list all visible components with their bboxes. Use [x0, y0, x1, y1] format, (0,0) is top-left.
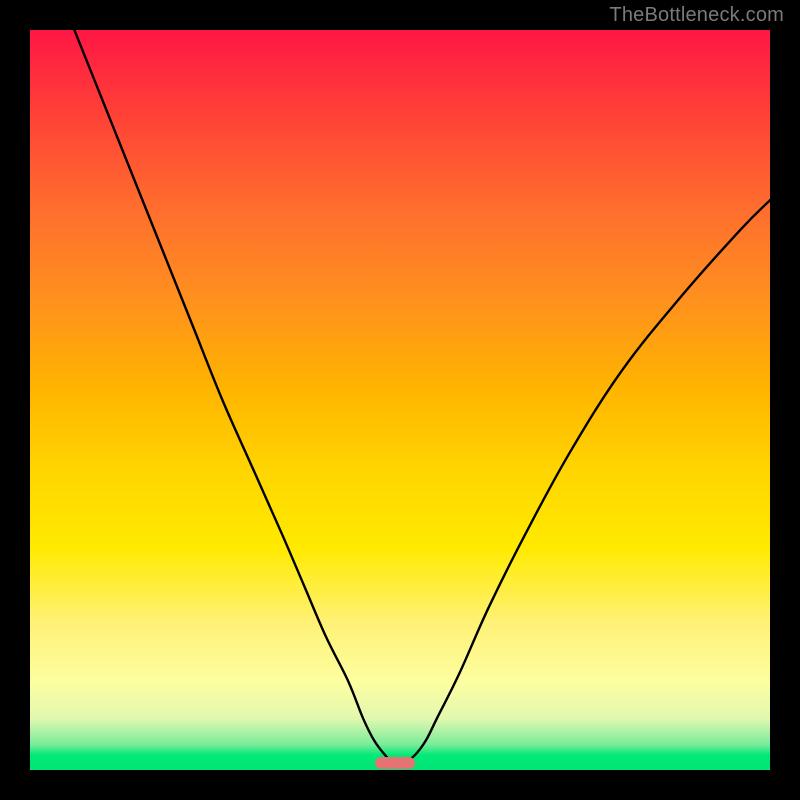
- plot-area: [30, 30, 770, 770]
- watermark-text: TheBottleneck.com: [609, 4, 784, 27]
- bottleneck-curve: [30, 30, 770, 770]
- optimum-marker: [375, 757, 415, 769]
- chart-frame: TheBottleneck.com: [0, 0, 800, 800]
